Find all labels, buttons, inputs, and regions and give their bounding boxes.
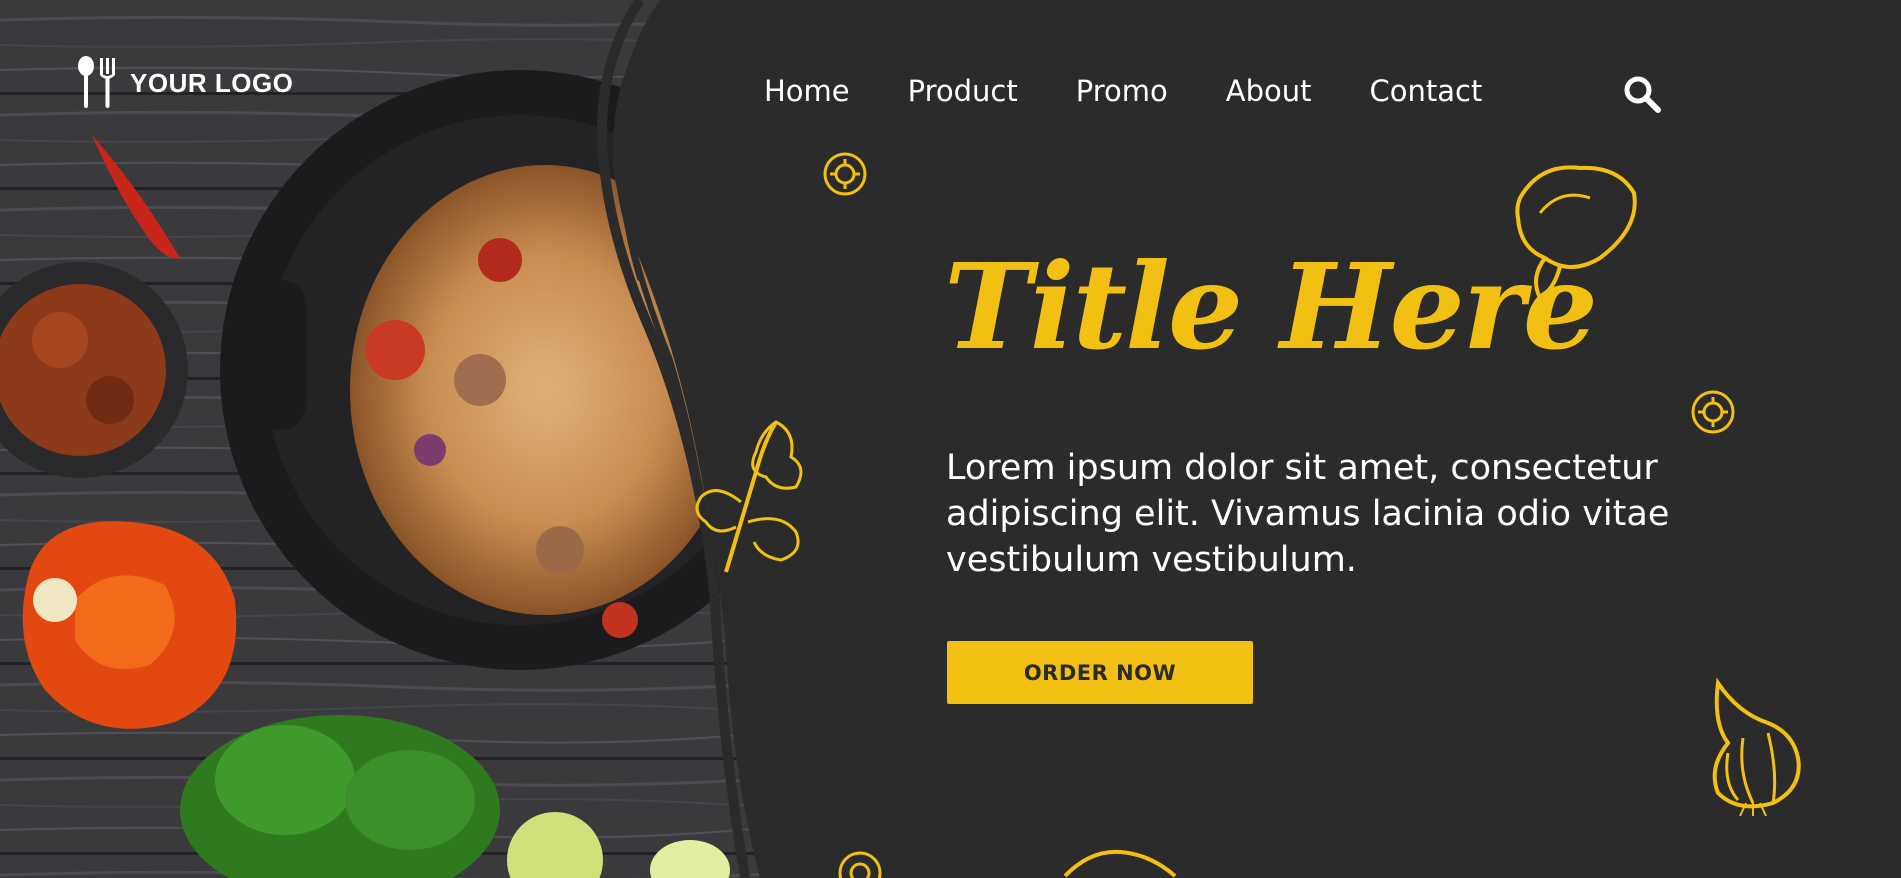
nav-contact[interactable]: Contact xyxy=(1370,74,1483,108)
hero-title: Title Here xyxy=(944,237,1598,376)
content-panel xyxy=(596,0,1901,878)
hero-banner: YOUR LOGO Home Product Promo About Conta… xyxy=(0,0,1901,878)
nav-home[interactable]: Home xyxy=(764,74,850,108)
order-now-button[interactable]: ORDER NOW xyxy=(947,641,1253,704)
hero-description: Lorem ipsum dolor sit amet, consectetur … xyxy=(946,448,1670,580)
fork-spoon-icon xyxy=(78,56,115,108)
lime-slice-icon xyxy=(823,152,867,196)
nav-product[interactable]: Product xyxy=(908,74,1018,108)
nav-about[interactable]: About xyxy=(1226,74,1312,108)
lime-slice-icon xyxy=(1691,390,1735,434)
chili-icon xyxy=(1063,849,1177,878)
main-nav: Home Product Promo About Contact xyxy=(764,74,1482,108)
onion-icon xyxy=(1712,678,1801,816)
logo-text: YOUR LOGO xyxy=(130,67,294,98)
lime-slice-icon xyxy=(838,851,882,878)
search-icon[interactable] xyxy=(1622,74,1664,116)
nav-promo[interactable]: Promo xyxy=(1076,74,1168,108)
logo[interactable]: YOUR LOGO xyxy=(74,56,293,110)
parsley-icon xyxy=(695,420,803,573)
